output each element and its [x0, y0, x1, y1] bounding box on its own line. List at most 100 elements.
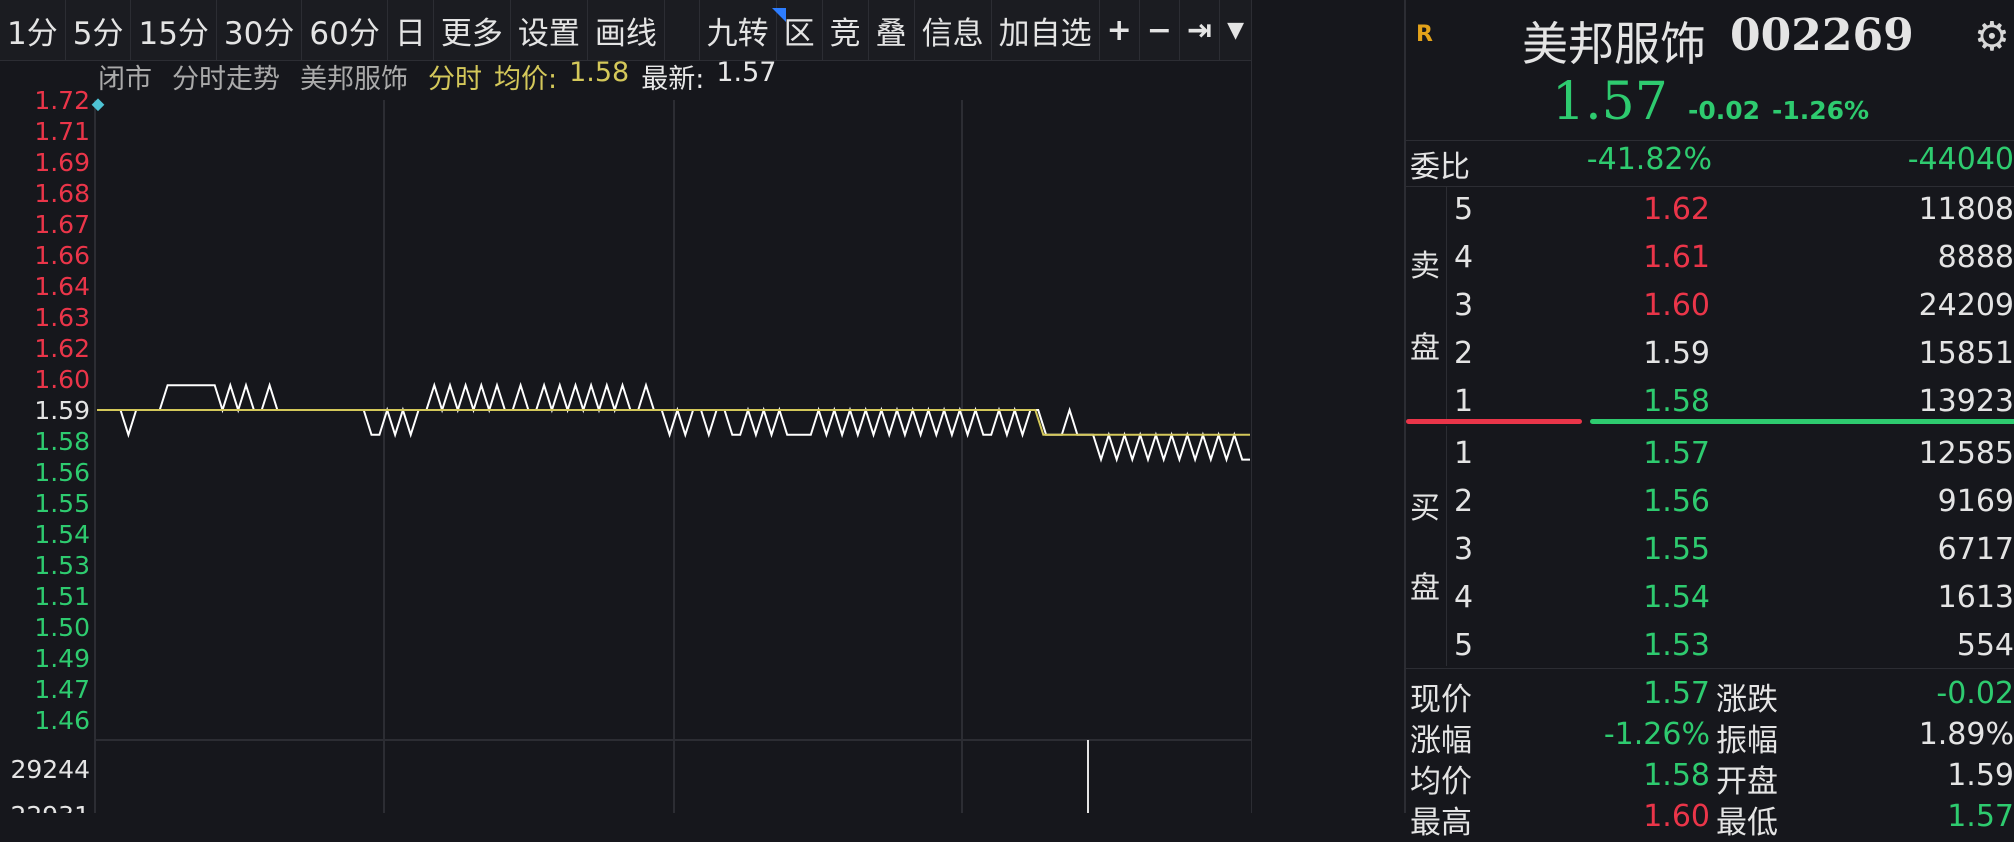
price-change-pct: -1.26%: [1772, 96, 1870, 125]
settings-button[interactable]: 设置: [511, 0, 588, 60]
quote-row: 涨幅 -1.26% 振幅 1.89%: [1406, 715, 2014, 759]
overlay-button[interactable]: 叠: [869, 0, 915, 60]
bid-level: 2: [1454, 484, 1474, 519]
bid-row[interactable]: 4 1.54 1613: [1406, 574, 2014, 622]
bid-row[interactable]: 5 1.53 554: [1406, 622, 2014, 670]
quote-value: 1.57: [1643, 676, 1710, 711]
quote-row: 现价 1.57 涨跌 -0.02: [1406, 674, 2014, 718]
stock-code: 002269: [1730, 10, 1914, 61]
bid-price: 1.53: [1643, 628, 1710, 663]
ask-level: 3: [1454, 288, 1474, 323]
weibi-pct: -41.82%: [1586, 142, 1712, 177]
y-tick-label: 1.54: [34, 520, 90, 549]
gear-icon[interactable]: ⚙: [1974, 14, 2010, 60]
quote-label: 最高: [1410, 805, 1472, 841]
add-watchlist-button[interactable]: 加自选: [992, 0, 1100, 60]
bid-price: 1.54: [1643, 580, 1710, 615]
ask-row[interactable]: 2 1.59 15851: [1406, 330, 2014, 378]
avg-label: 均价:: [494, 63, 558, 95]
y-tick-label: 1.66: [34, 241, 90, 270]
bid-level: 3: [1454, 532, 1474, 567]
bid-volume: 12585: [1918, 436, 2014, 471]
draw-line-button[interactable]: 画线: [588, 0, 665, 60]
bid-level: 4: [1454, 580, 1474, 615]
quote-value: 1.57: [1947, 799, 2014, 834]
quote-value: 1.89%: [1918, 717, 2014, 752]
y-tick-label: 1.64: [34, 272, 90, 301]
bid-volume: 554: [1956, 628, 2014, 663]
minus-icon[interactable]: −: [1140, 0, 1180, 60]
ask-level: 2: [1454, 336, 1474, 371]
y-tick-label: 1.71: [34, 117, 90, 146]
period-1min-button[interactable]: 1分: [0, 0, 66, 60]
series-label: 分时: [428, 63, 482, 95]
y-tick-label: 1.58: [34, 427, 90, 456]
y-tick-label: 1.53: [34, 551, 90, 580]
volume-tick-label: 29244: [10, 755, 90, 784]
sell-strength-bar: [1406, 419, 1582, 424]
ask-volume: 13923: [1918, 384, 2014, 419]
quote-label: 现价: [1410, 682, 1472, 718]
market-status: 闭市: [98, 63, 152, 95]
period-30min-button[interactable]: 30分: [217, 0, 303, 60]
y-tick-label: 1.63: [34, 303, 90, 332]
quote-label: 均价: [1410, 764, 1472, 800]
skip-end-icon[interactable]: ⇥: [1180, 0, 1221, 60]
intraday-chart[interactable]: 1.721.711.691.681.671.661.641.631.621.60…: [0, 60, 1252, 813]
y-tick-label: 1.46: [34, 706, 90, 735]
info-button[interactable]: 信息: [915, 0, 992, 60]
dropdown-icon[interactable]: ▼: [1220, 0, 1252, 60]
ask-row[interactable]: 4 1.61 8888: [1406, 234, 2014, 282]
quote-value: -1.26%: [1603, 717, 1710, 752]
bid-row[interactable]: 3 1.55 6717: [1406, 526, 2014, 574]
period-day-button[interactable]: 日: [388, 0, 434, 60]
ask-price: 1.59: [1643, 336, 1710, 371]
ask-price: 1.58: [1643, 384, 1710, 419]
period-15min-button[interactable]: 15分: [131, 0, 217, 60]
bid-row[interactable]: 2 1.56 9169: [1406, 478, 2014, 526]
quote-row: 均价 1.58 开盘 1.59: [1406, 756, 2014, 800]
last-label: 最新:: [641, 63, 705, 95]
more-button[interactable]: 更多: [434, 0, 511, 60]
ask-level: 5: [1454, 192, 1474, 227]
r-badge: R: [1416, 22, 1433, 47]
quote-value: -0.02: [1936, 676, 2014, 711]
quote-panel: R 美邦服饰 002269 ⚙ 1.57 -0.02 -1.26% 委比 -41…: [1404, 0, 2014, 841]
bid-price: 1.55: [1643, 532, 1710, 567]
period-5min-button[interactable]: 5分: [66, 0, 132, 60]
nine-turn-button[interactable]: 九转: [700, 0, 777, 60]
y-tick-label: 1.60: [34, 365, 90, 394]
y-tick-label: 1.47: [34, 675, 90, 704]
ask-price: 1.61: [1643, 240, 1710, 275]
ask-volume: 24209: [1918, 288, 2014, 323]
ask-level: 1: [1454, 384, 1474, 419]
bid-price: 1.57: [1643, 436, 1710, 471]
y-tick-label: 1.68: [34, 179, 90, 208]
plus-icon[interactable]: +: [1100, 0, 1140, 60]
y-tick-label: 1.62: [34, 334, 90, 363]
period-60min-button[interactable]: 60分: [302, 0, 388, 60]
ask-price: 1.62: [1643, 192, 1710, 227]
quote-value: 1.60: [1643, 799, 1710, 834]
ask-price: 1.60: [1643, 288, 1710, 323]
chart-info-line: 闭市 分时走势 美邦服饰 分时 均价: 1.58 最新: 1.57: [98, 56, 776, 95]
y-tick-label: 1.59: [34, 396, 90, 425]
quote-label: 振幅: [1716, 723, 1778, 759]
y-tick-label: 1.72: [34, 86, 90, 115]
quote-label: 涨幅: [1410, 723, 1472, 759]
volume-tick-label: 22931: [10, 801, 90, 813]
avg-value: 1.58: [569, 56, 630, 88]
quote-value: 1.59: [1947, 758, 2014, 793]
y-tick-label: 1.55: [34, 489, 90, 518]
weibi-diff: -44040: [1907, 142, 2014, 177]
auction-button[interactable]: 竞: [823, 0, 869, 60]
bid-row[interactable]: 1 1.57 12585: [1406, 430, 2014, 478]
ask-volume: 15851: [1918, 336, 2014, 371]
bid-level: 1: [1454, 436, 1474, 471]
bid-level: 5: [1454, 628, 1474, 663]
ask-row[interactable]: 5 1.62 11808: [1406, 186, 2014, 234]
y-tick-label: 1.49: [34, 644, 90, 673]
buy-strength-bar: [1590, 419, 2014, 424]
ask-row[interactable]: 3 1.60 24209: [1406, 282, 2014, 330]
weibi-label: 委比: [1410, 150, 1470, 185]
